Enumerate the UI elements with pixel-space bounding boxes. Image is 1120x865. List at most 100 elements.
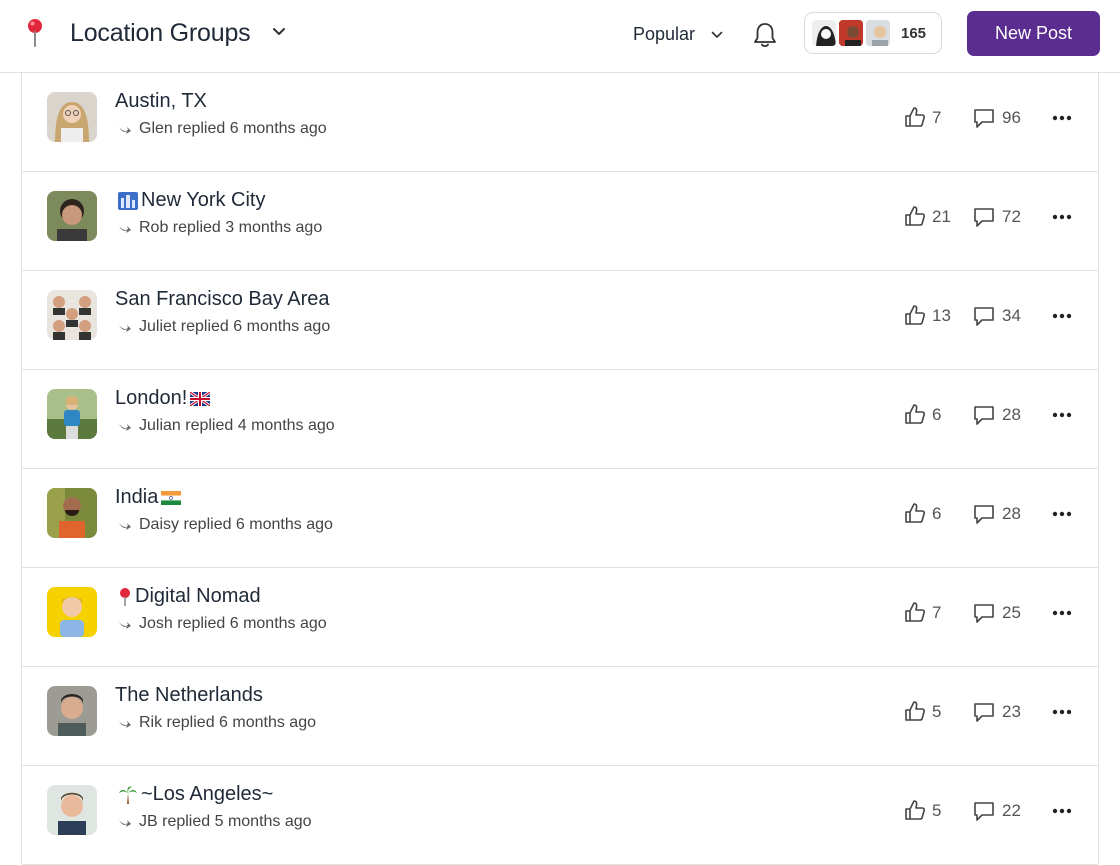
avatar [47,290,97,340]
list-item[interactable]: New York City Rob replied 3 months ago 2… [22,172,1098,271]
list-item[interactable]: The Netherlands Rik replied 6 months ago… [22,667,1098,766]
like-count: 13 [932,306,951,325]
last-reply: Rik replied 6 months ago [139,714,316,731]
comment-count: 96 [1002,108,1021,127]
list-item[interactable]: ~Los Angeles~ JB replied 5 months ago 5 … [22,766,1098,865]
more-options-icon[interactable] [1052,610,1072,616]
like-count: 5 [932,801,942,820]
avatar [47,191,97,241]
top-bar: Location Groups Popular 165 New Post [0,0,1120,73]
group-title[interactable]: Digital Nomad [115,585,261,608]
reply-arrow-icon [119,721,131,728]
group-title-text: India [115,486,159,508]
group-title[interactable]: ~Los Angeles~ [115,783,273,806]
comment-icon [974,406,994,425]
comment-count: 25 [1002,603,1021,622]
group-title[interactable]: London! [115,387,213,410]
avatar [810,18,838,48]
group-title[interactable]: San Francisco Bay Area [115,288,330,311]
more-options-icon[interactable] [1052,511,1072,517]
comment-icon [974,109,994,128]
avatar [47,785,97,835]
last-reply: Julian replied 4 months ago [139,417,335,434]
like-count: 6 [932,504,942,523]
group-title[interactable]: New York City [115,189,266,212]
last-reply: Daisy replied 6 months ago [139,516,333,533]
comment-count: 72 [1002,207,1021,226]
member-count: 165 [901,25,927,42]
last-reply: Josh replied 6 months ago [139,615,327,632]
india-flag-icon [161,490,182,505]
group-title[interactable]: The Netherlands [115,684,263,707]
reply-arrow-icon [119,226,131,233]
comment-count: 22 [1002,801,1021,820]
list-item[interactable]: India Daisy replied 6 months ago 6 28 [22,469,1098,568]
comment-count: 28 [1002,405,1021,424]
avatar [47,488,97,538]
more-options-icon[interactable] [1052,808,1072,814]
thumbs-up-icon [905,206,925,226]
chevron-down-icon [711,31,723,38]
group-list: Austin, TX Glen replied 6 months ago 7 9… [21,73,1099,865]
group-title[interactable]: India [115,486,184,509]
thumbs-up-icon [905,503,925,523]
like-count: 7 [932,603,942,622]
thumbs-up-icon [905,107,925,127]
like-count: 5 [932,702,942,721]
reply-arrow-icon [119,622,131,629]
comment-count: 34 [1002,306,1021,325]
avatar [47,92,97,142]
comment-count: 28 [1002,504,1021,523]
group-title-text: Digital Nomad [135,585,261,607]
more-options-icon[interactable] [1052,214,1072,220]
avatar [47,587,97,637]
comment-icon [974,307,994,326]
reply-arrow-icon [119,523,131,530]
last-reply: Juliet replied 6 months ago [139,318,331,335]
group-title-text: London! [115,387,188,409]
cityscape-icon [118,191,138,210]
bell-icon[interactable] [752,21,778,49]
more-options-icon[interactable] [1052,313,1072,319]
comment-icon [974,604,994,623]
more-options-icon[interactable] [1052,709,1072,715]
thumbs-up-icon [905,701,925,721]
members-chip[interactable]: 165 [804,12,942,54]
avatar [864,18,892,48]
comment-icon [974,505,994,524]
palm-tree-icon [119,786,137,804]
list-item[interactable]: London! Julian replied 4 months ago 6 28 [22,370,1098,469]
round-pushpin-icon [28,19,42,47]
like-count: 6 [932,405,942,424]
last-reply: Rob replied 3 months ago [139,219,323,236]
thumbs-up-icon [905,602,925,622]
list-item[interactable]: Austin, TX Glen replied 6 months ago 7 9… [22,73,1098,172]
avatar [47,389,97,439]
avatar [837,18,865,48]
last-reply: Glen replied 6 months ago [139,120,327,137]
reply-arrow-icon [119,820,131,827]
avatar [47,686,97,736]
sort-label: Popular [633,24,696,44]
thumbs-up-icon [905,404,925,424]
thumbs-up-icon [905,305,925,325]
uk-flag-icon [190,391,211,406]
comment-count: 23 [1002,702,1021,721]
comment-icon [974,703,994,722]
group-title[interactable]: Austin, TX [115,90,207,113]
list-item[interactable]: Digital Nomad Josh replied 6 months ago … [22,568,1098,667]
chevron-down-icon[interactable] [272,27,286,37]
more-options-icon[interactable] [1052,115,1072,121]
page-title[interactable]: Location Groups [70,19,251,48]
group-title-text: New York City [141,189,266,211]
like-count: 7 [932,108,942,127]
new-post-button[interactable]: New Post [967,11,1100,56]
reply-arrow-icon [119,424,131,431]
thumbs-up-icon [905,800,925,820]
last-reply: JB replied 5 months ago [139,813,312,830]
reply-arrow-icon [119,325,131,332]
list-item[interactable]: San Francisco Bay Area Juliet replied 6 … [22,271,1098,370]
more-options-icon[interactable] [1052,412,1072,418]
comment-icon [974,802,994,821]
sort-dropdown[interactable]: Popular [633,24,723,46]
